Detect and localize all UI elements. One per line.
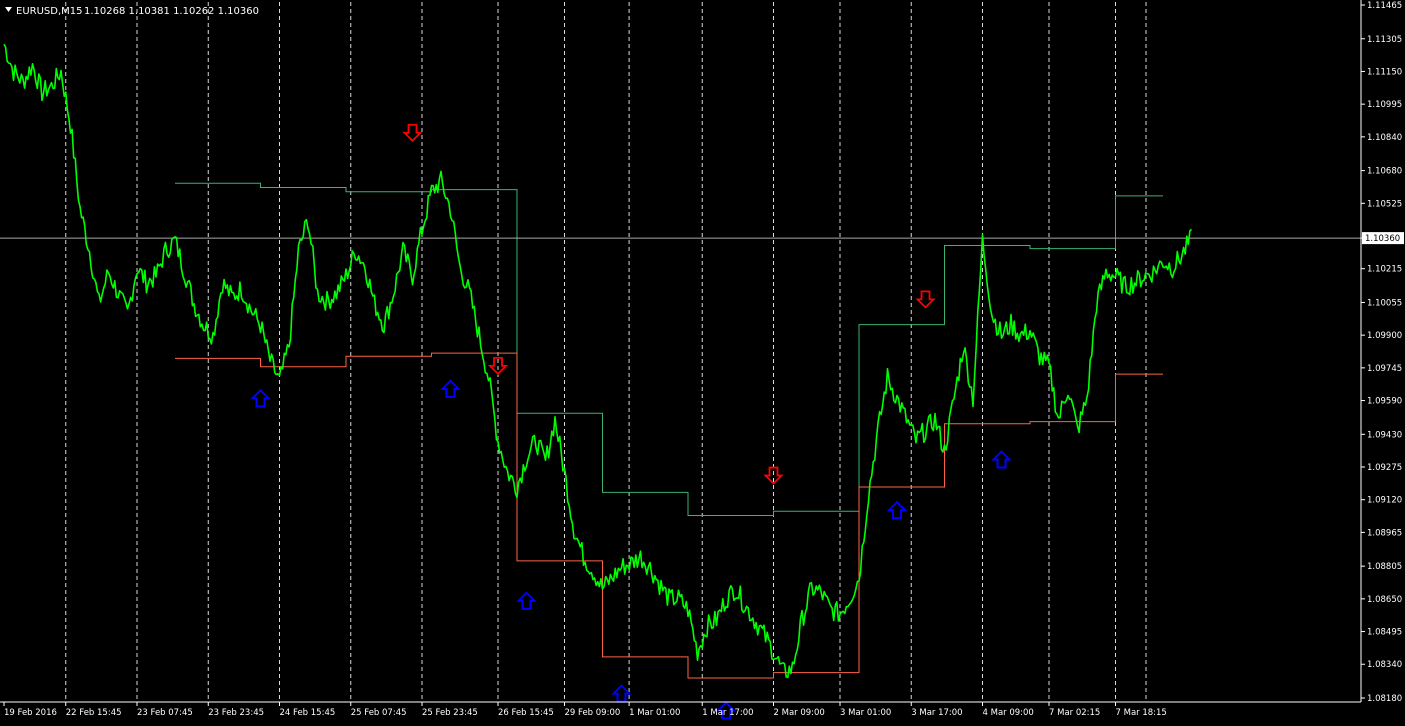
x-tick-label: 23 Feb 23:45 (208, 708, 264, 718)
y-tick-label: 1.08495 (1367, 628, 1402, 638)
y-tick-label: 1.09275 (1367, 463, 1402, 473)
y-tick-label: 1.11305 (1367, 35, 1402, 45)
chart-canvas[interactable]: 1.11465 1.11305 1.11150 1.10995 1.10840 1.106… (0, 0, 1405, 722)
y-tick-label: 1.11465 (1367, 1, 1402, 11)
y-tick-label: 1.08340 (1367, 660, 1402, 670)
y-tick-label: 1.09590 (1367, 397, 1402, 407)
x-tick-label: 4 Mar 09:00 (983, 708, 1034, 718)
y-tick-label: 1.08650 (1367, 595, 1402, 605)
y-tick-label: 1.10995 (1367, 100, 1402, 110)
y-tick-label: 1.10055 (1367, 298, 1402, 308)
current-price-label: 1.10360 (1365, 234, 1400, 244)
y-tick-label: 1.11150 (1367, 67, 1402, 77)
y-tick-label: 1.09745 (1367, 364, 1402, 374)
y-tick-label: 1.08965 (1367, 528, 1402, 538)
header-ohlc: 1.10268 1.10381 1.10262 1.10360 (84, 6, 259, 17)
x-tick-label: 1 Mar 17:00 (702, 708, 753, 718)
x-tick-label: 22 Feb 15:45 (66, 708, 122, 718)
x-tick-label: 25 Feb 23:45 (422, 708, 478, 718)
header-symbol: EURUSD,M15 (16, 6, 82, 17)
y-tick-label: 1.10840 (1367, 133, 1402, 143)
y-tick-label: 1.10215 (1367, 265, 1402, 275)
y-tick-label: 1.08805 (1367, 562, 1402, 572)
y-tick-label: 1.09900 (1367, 331, 1402, 341)
y-tick-label: 1.10680 (1367, 167, 1402, 177)
x-tick-label: 1 Mar 01:00 (629, 708, 680, 718)
y-tick-label: 1.10525 (1367, 199, 1402, 209)
price-chart[interactable]: 1.11465 1.11305 1.11150 1.10995 1.10840 1.106… (0, 0, 1405, 722)
x-tick-label: 29 Feb 09:00 (565, 708, 621, 718)
chart-header: EURUSD,M15 1.10268 1.10381 1.10262 1.103… (5, 6, 259, 17)
x-tick-label: 23 Feb 07:45 (137, 708, 193, 718)
x-tick-label: 7 Mar 18:15 (1116, 708, 1167, 718)
x-tick-label: 26 Feb 15:45 (498, 708, 554, 718)
x-tick-label: 7 Mar 02:15 (1049, 708, 1100, 718)
x-tick-label: 2 Mar 09:00 (774, 708, 825, 718)
x-tick-label: 3 Mar 01:00 (840, 708, 891, 718)
x-tick-label: 24 Feb 15:45 (280, 708, 336, 718)
x-tick-label: 19 Feb 2016 (4, 708, 57, 718)
y-tick-label: 1.08180 (1367, 694, 1402, 704)
y-tick-label: 1.09430 (1367, 430, 1402, 440)
y-tick-label: 1.09120 (1367, 496, 1402, 506)
x-tick-label: 25 Feb 07:45 (351, 708, 407, 718)
x-tick-label: 3 Mar 17:00 (911, 708, 962, 718)
